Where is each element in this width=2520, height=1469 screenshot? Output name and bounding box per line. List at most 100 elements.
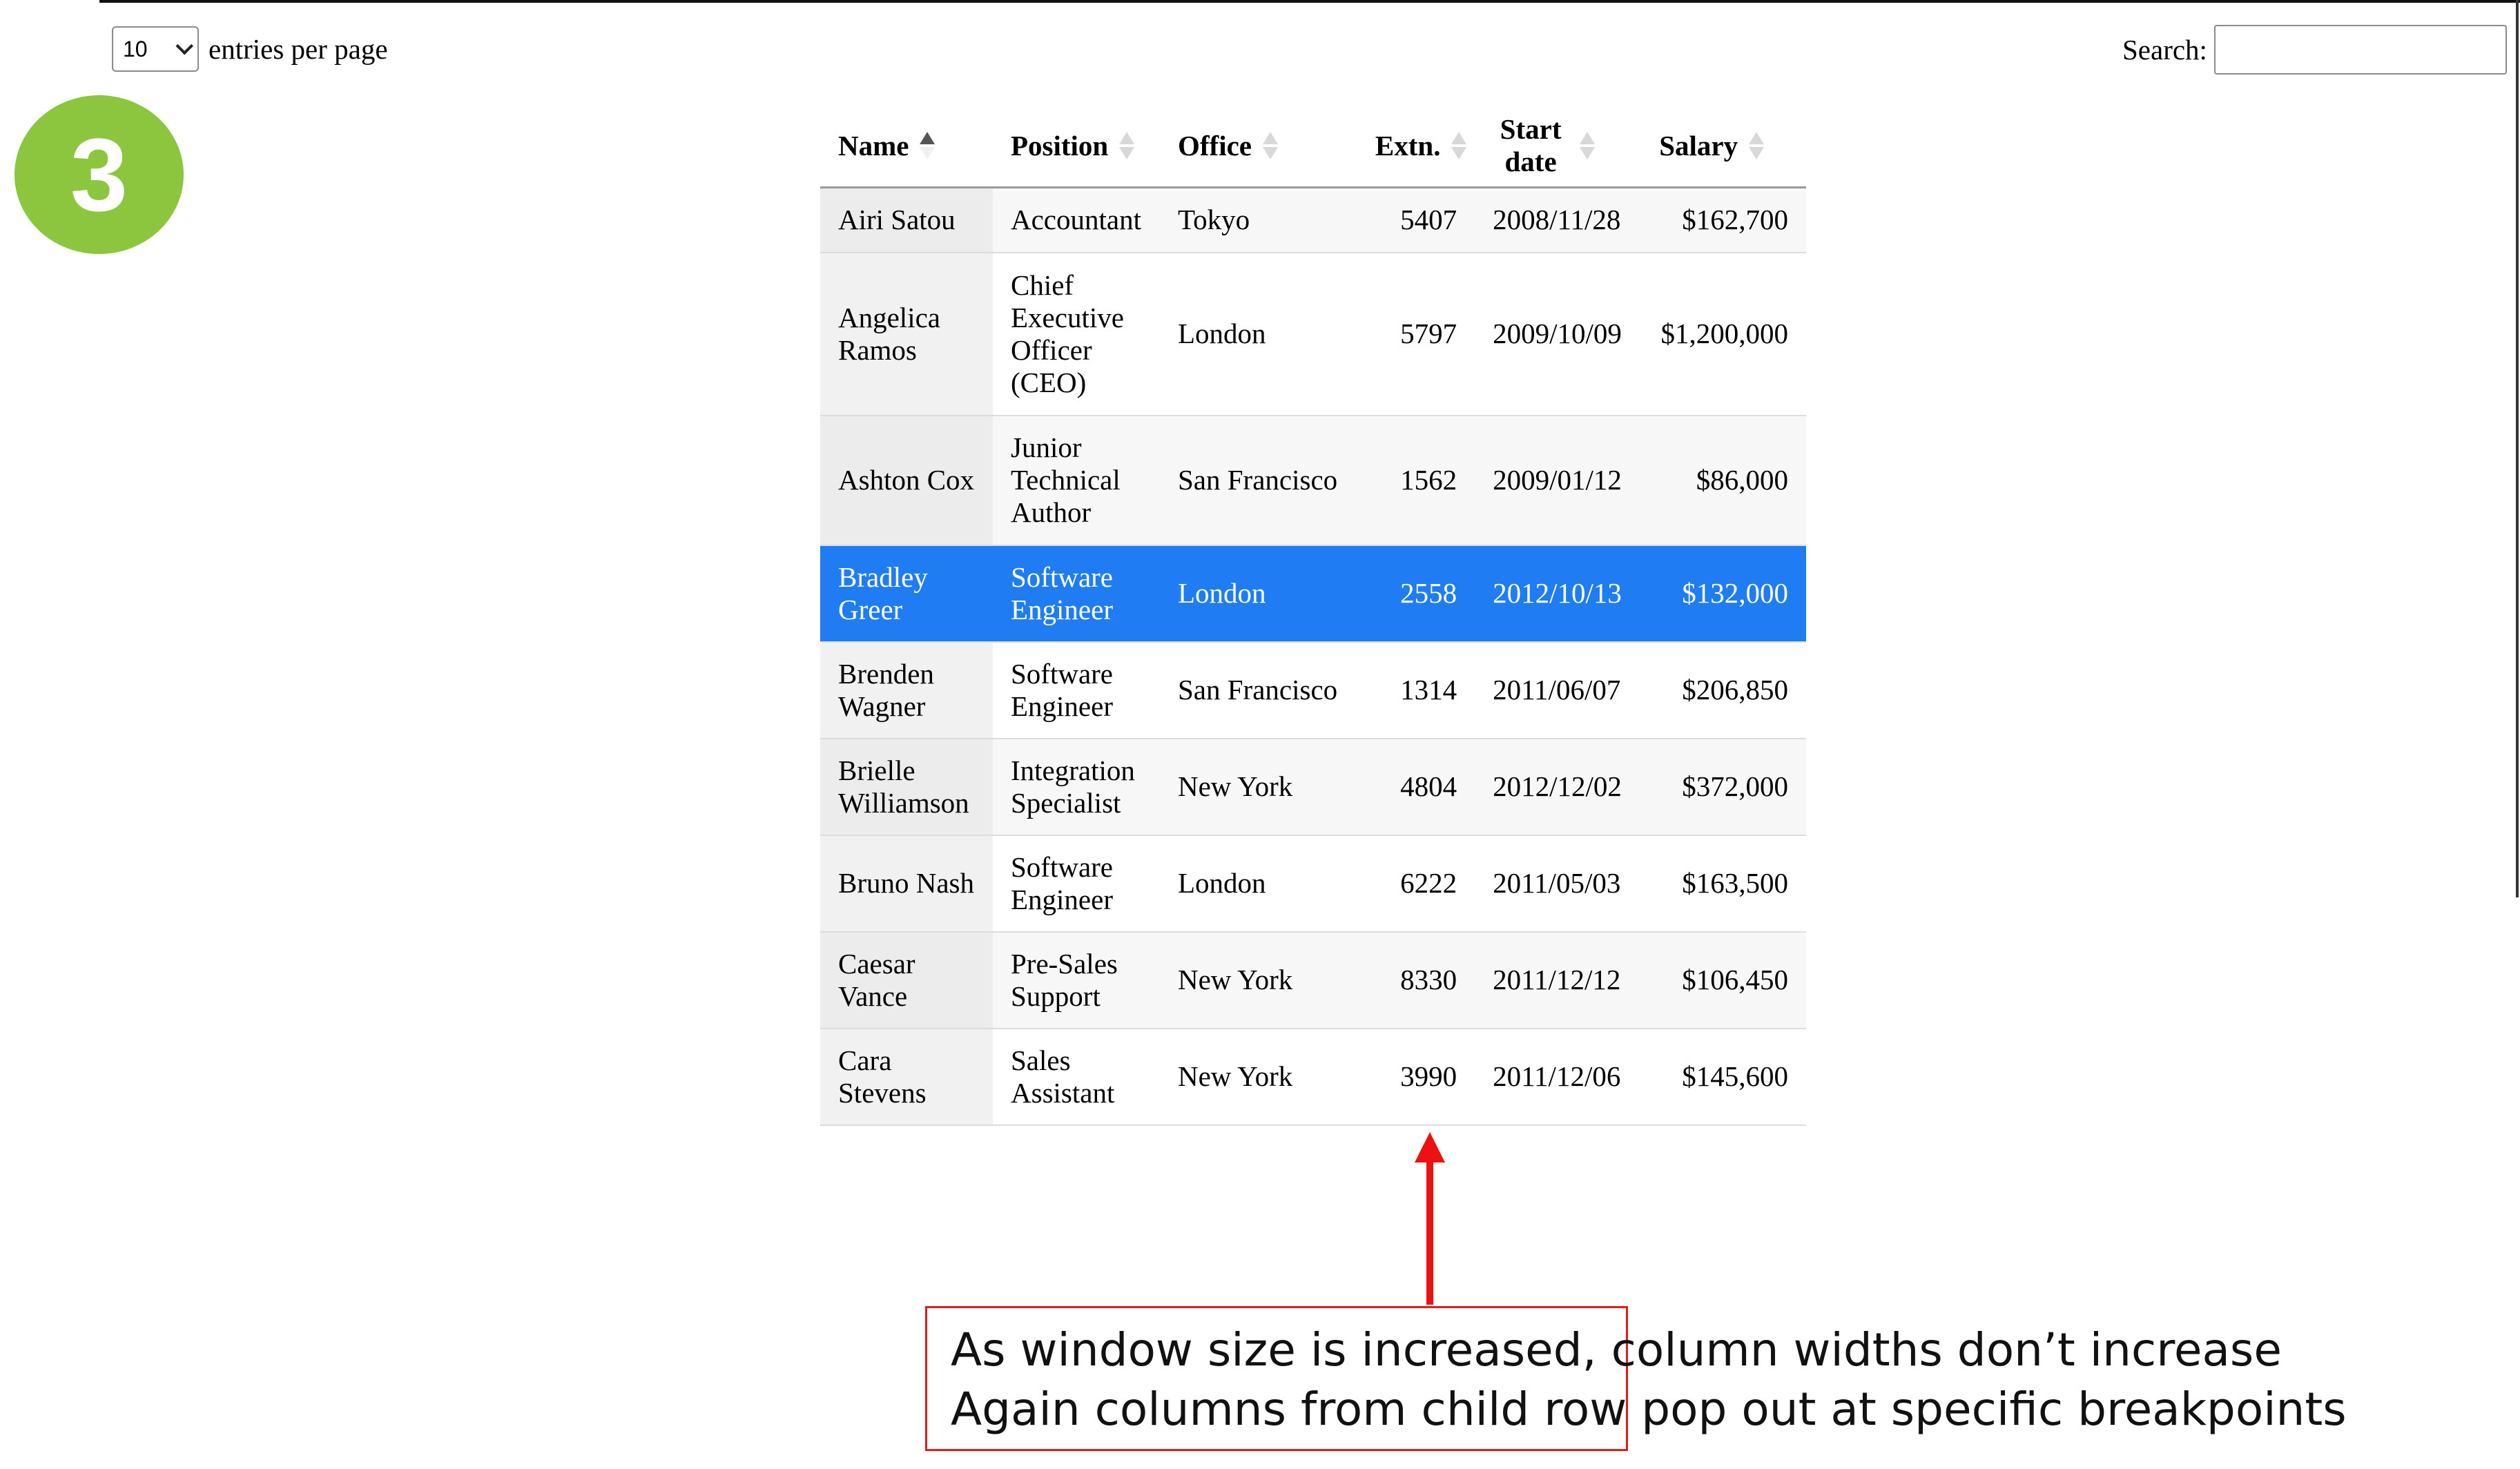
column-header-extn[interactable]: Extn. bbox=[1357, 105, 1475, 188]
cell-extn: 8330 bbox=[1357, 931, 1475, 1029]
cell-name: Bruno Nash bbox=[820, 835, 993, 933]
chevron-down-icon bbox=[175, 37, 193, 55]
column-header-position[interactable]: Position bbox=[993, 105, 1160, 188]
arrow-up-icon bbox=[1415, 1132, 1445, 1162]
cell-office: New York bbox=[1160, 738, 1357, 836]
cell-name: Caesar Vance bbox=[820, 931, 993, 1029]
sort-icon bbox=[1451, 132, 1467, 159]
cell-start-date: 2012/12/02 bbox=[1475, 738, 1642, 836]
cell-office: San Francisco bbox=[1160, 415, 1357, 546]
cell-extn: 1562 bbox=[1357, 415, 1475, 546]
cell-start-date: 2009/01/12 bbox=[1475, 415, 1642, 546]
sort-icon bbox=[1119, 132, 1135, 159]
table-row[interactable]: Brenden Wagner Software Engineer San Fra… bbox=[820, 641, 1806, 739]
cell-extn: 2558 bbox=[1357, 545, 1475, 643]
table-row[interactable]: Brielle Williamson Integration Specialis… bbox=[820, 738, 1806, 836]
cell-start-date: 2011/05/03 bbox=[1475, 835, 1642, 933]
cell-name: Brenden Wagner bbox=[820, 641, 993, 739]
cell-name: Ashton Cox bbox=[820, 415, 993, 546]
cell-salary: $1,200,000 bbox=[1641, 252, 1806, 416]
cell-salary: $86,000 bbox=[1641, 415, 1806, 546]
cell-position: Software Engineer bbox=[993, 545, 1160, 643]
cell-name: Airi Satou bbox=[820, 187, 993, 253]
cell-position: Pre-Sales Support bbox=[993, 931, 1160, 1029]
cell-office: London bbox=[1160, 252, 1357, 416]
cell-name: Brielle Williamson bbox=[820, 738, 993, 836]
cell-name: Cara Stevens bbox=[820, 1028, 993, 1126]
cell-start-date: 2008/11/28 bbox=[1475, 187, 1642, 253]
cell-office: London bbox=[1160, 835, 1357, 933]
data-table: Name Position Office Extn. Start date Sa… bbox=[820, 105, 1806, 1126]
cell-extn: 5797 bbox=[1357, 252, 1475, 416]
step-number-badge: 3 bbox=[14, 95, 184, 254]
column-header-label: Salary bbox=[1659, 129, 1738, 162]
cell-salary: $132,000 bbox=[1641, 545, 1806, 643]
cell-start-date: 2012/10/13 bbox=[1475, 545, 1642, 643]
column-header-start-date[interactable]: Start date bbox=[1475, 105, 1642, 188]
table-row-selected[interactable]: Bradley Greer Software Engineer London 2… bbox=[820, 545, 1806, 643]
column-header-label: Office bbox=[1178, 129, 1252, 162]
cell-start-date: 2009/10/09 bbox=[1475, 252, 1642, 416]
cell-start-date: 2011/06/07 bbox=[1475, 641, 1642, 739]
top-divider bbox=[99, 0, 2520, 3]
column-header-salary[interactable]: Salary bbox=[1641, 105, 1806, 188]
entries-per-page-select[interactable]: 10 bbox=[112, 26, 199, 72]
cell-office: London bbox=[1160, 545, 1357, 643]
page: 3 10 entries per page Search: Name Posit… bbox=[0, 0, 2520, 1469]
entries-length-control: 10 entries per page bbox=[112, 26, 388, 72]
annotation-line-1: As window size is increased, column widt… bbox=[951, 1323, 2282, 1376]
cell-salary: $106,450 bbox=[1641, 931, 1806, 1029]
table-row[interactable]: Airi Satou Accountant Tokyo 5407 2008/11… bbox=[820, 187, 1806, 253]
cell-office: San Francisco bbox=[1160, 641, 1357, 739]
cell-position: Software Engineer bbox=[993, 641, 1160, 739]
cell-name: Bradley Greer bbox=[820, 545, 993, 643]
cell-office: New York bbox=[1160, 1028, 1357, 1126]
column-header-label: Extn. bbox=[1375, 129, 1441, 162]
column-header-label: Start date bbox=[1500, 113, 1562, 177]
cell-extn: 5407 bbox=[1357, 187, 1475, 253]
search-control: Search: bbox=[2122, 25, 2507, 75]
search-label: Search: bbox=[2122, 34, 2207, 66]
cell-name: Angelica Ramos bbox=[820, 252, 993, 416]
cell-start-date: 2011/12/12 bbox=[1475, 931, 1642, 1029]
cell-position: Chief Executive Officer (CEO) bbox=[993, 252, 1160, 416]
cell-extn: 4804 bbox=[1357, 738, 1475, 836]
cell-position: Sales Assistant bbox=[993, 1028, 1160, 1126]
sort-ascending-icon bbox=[920, 132, 936, 159]
table-row[interactable]: Caesar Vance Pre-Sales Support New York … bbox=[820, 931, 1806, 1029]
cell-position: Software Engineer bbox=[993, 835, 1160, 933]
cell-office: Tokyo bbox=[1160, 187, 1357, 253]
annotation-arrow-shaft bbox=[1426, 1160, 1433, 1305]
cell-position: Junior Technical Author bbox=[993, 415, 1160, 546]
sort-icon bbox=[1262, 132, 1278, 159]
right-divider bbox=[2516, 0, 2519, 897]
annotation-line-2: Again columns from child row pop out at … bbox=[951, 1383, 2347, 1436]
table-row[interactable]: Angelica Ramos Chief Executive Officer (… bbox=[820, 252, 1806, 416]
cell-salary: $206,850 bbox=[1641, 641, 1806, 739]
cell-salary: $145,600 bbox=[1641, 1028, 1806, 1126]
table-header-row: Name Position Office Extn. Start date Sa… bbox=[820, 105, 1806, 188]
column-header-label: Name bbox=[838, 129, 909, 162]
entries-per-page-label: entries per page bbox=[209, 33, 388, 65]
cell-salary: $163,500 bbox=[1641, 835, 1806, 933]
cell-office: New York bbox=[1160, 931, 1357, 1029]
cell-salary: $162,700 bbox=[1641, 187, 1806, 253]
column-header-name[interactable]: Name bbox=[820, 105, 993, 188]
sort-icon bbox=[1749, 132, 1765, 159]
cell-salary: $372,000 bbox=[1641, 738, 1806, 836]
annotation-callout: As window size is increased, column widt… bbox=[925, 1306, 2347, 1451]
entries-per-page-value: 10 bbox=[123, 36, 148, 61]
cell-start-date: 2011/12/06 bbox=[1475, 1028, 1642, 1126]
table-row[interactable]: Cara Stevens Sales Assistant New York 39… bbox=[820, 1028, 1806, 1126]
search-input[interactable] bbox=[2213, 25, 2507, 75]
cell-position: Accountant bbox=[993, 187, 1160, 253]
cell-extn: 1314 bbox=[1357, 641, 1475, 739]
table-row[interactable]: Bruno Nash Software Engineer London 6222… bbox=[820, 835, 1806, 933]
column-header-office[interactable]: Office bbox=[1160, 105, 1357, 188]
column-header-label: Position bbox=[1011, 129, 1109, 162]
cell-position: Integration Specialist bbox=[993, 738, 1160, 836]
sort-icon bbox=[1580, 132, 1596, 159]
table-row[interactable]: Ashton Cox Junior Technical Author San F… bbox=[820, 415, 1806, 546]
cell-extn: 6222 bbox=[1357, 835, 1475, 933]
cell-extn: 3990 bbox=[1357, 1028, 1475, 1126]
